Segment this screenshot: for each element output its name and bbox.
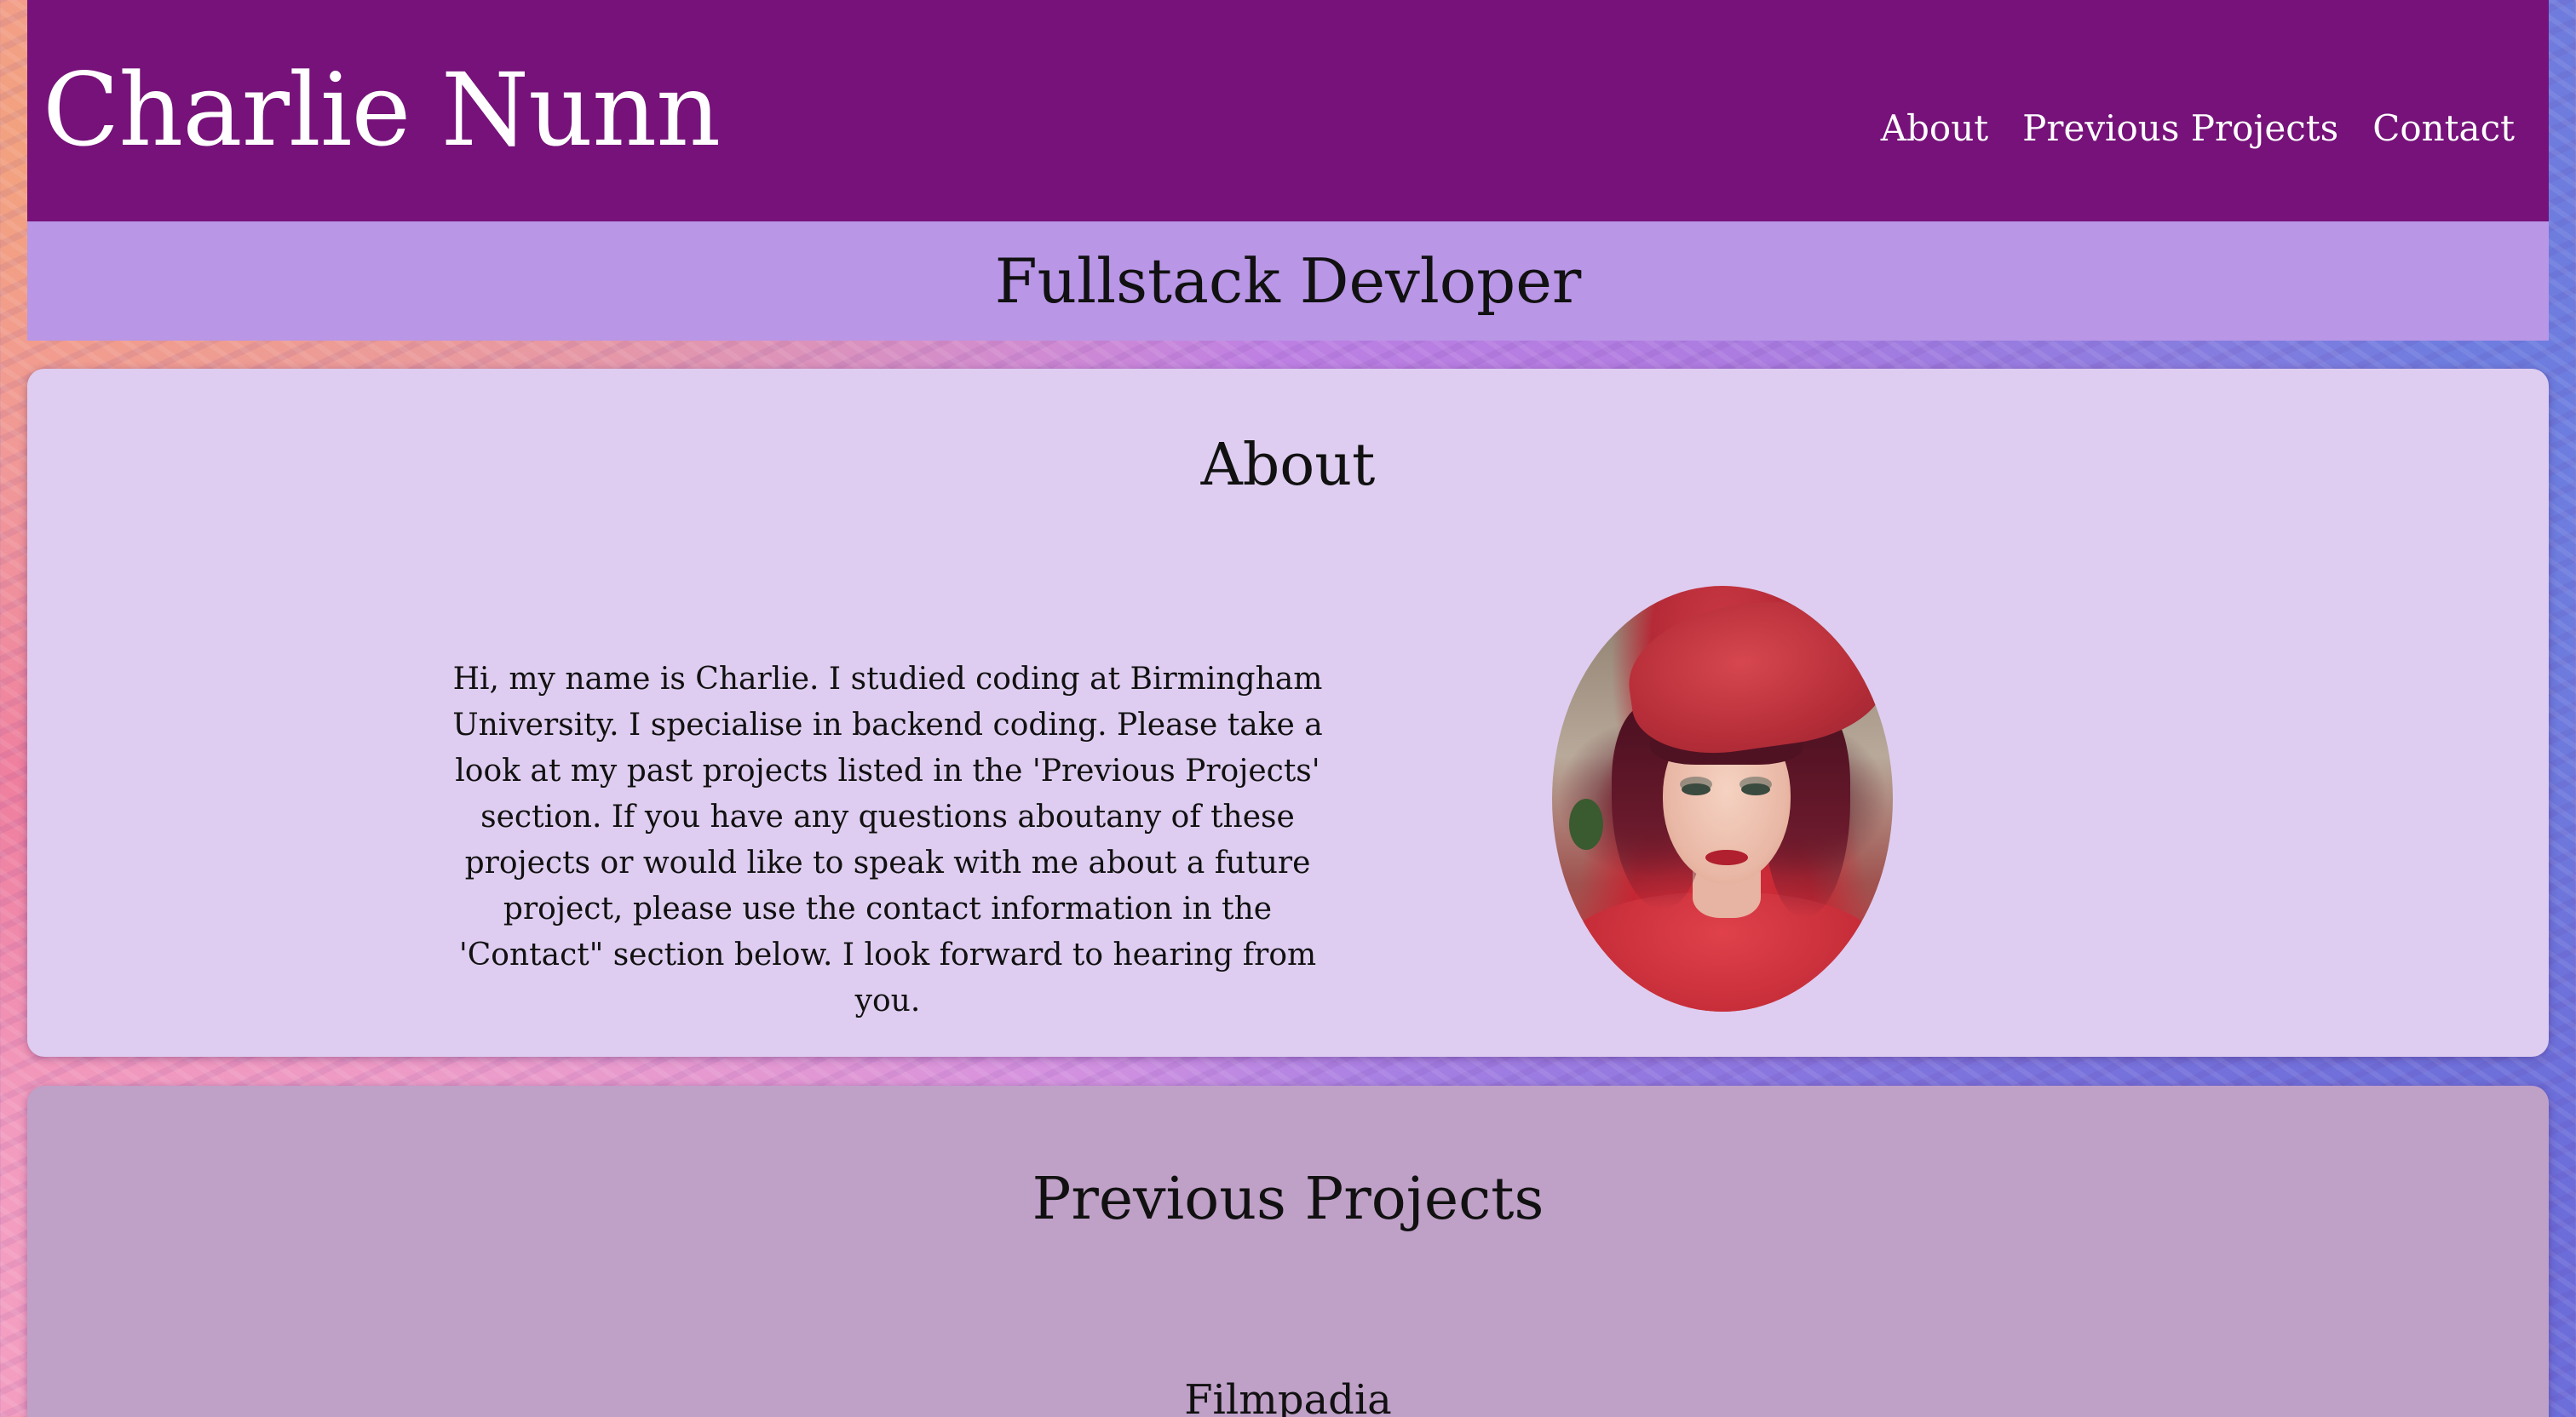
subtitle-bar: Fullstack Devloper [27, 221, 2549, 341]
about-text: Hi, my name is Charlie. I studied coding… [452, 662, 1323, 1018]
projects-heading: Previous Projects [1032, 1166, 1544, 1233]
nav-link-about[interactable]: About [1881, 111, 1988, 146]
nav-link-contact[interactable]: Contact [2372, 111, 2515, 146]
page-subtitle: Fullstack Devloper [994, 245, 1582, 317]
profile-photo [1552, 586, 1893, 1012]
about-heading: About [1200, 432, 1376, 499]
previous-projects-section: Previous Projects Filmpadia [27, 1086, 2549, 1417]
project-title-filmpadia: Filmpadia [1184, 1376, 1392, 1417]
about-section: About Hi, my name is Charlie. I studied … [27, 369, 2549, 1057]
site-header: Charlie Nunn About Previous Projects Con… [27, 0, 2549, 221]
site-title: Charlie Nunn [43, 51, 721, 169]
main-nav: About Previous Projects Contact [1881, 111, 2515, 146]
nav-link-previous-projects[interactable]: Previous Projects [2022, 111, 2338, 146]
